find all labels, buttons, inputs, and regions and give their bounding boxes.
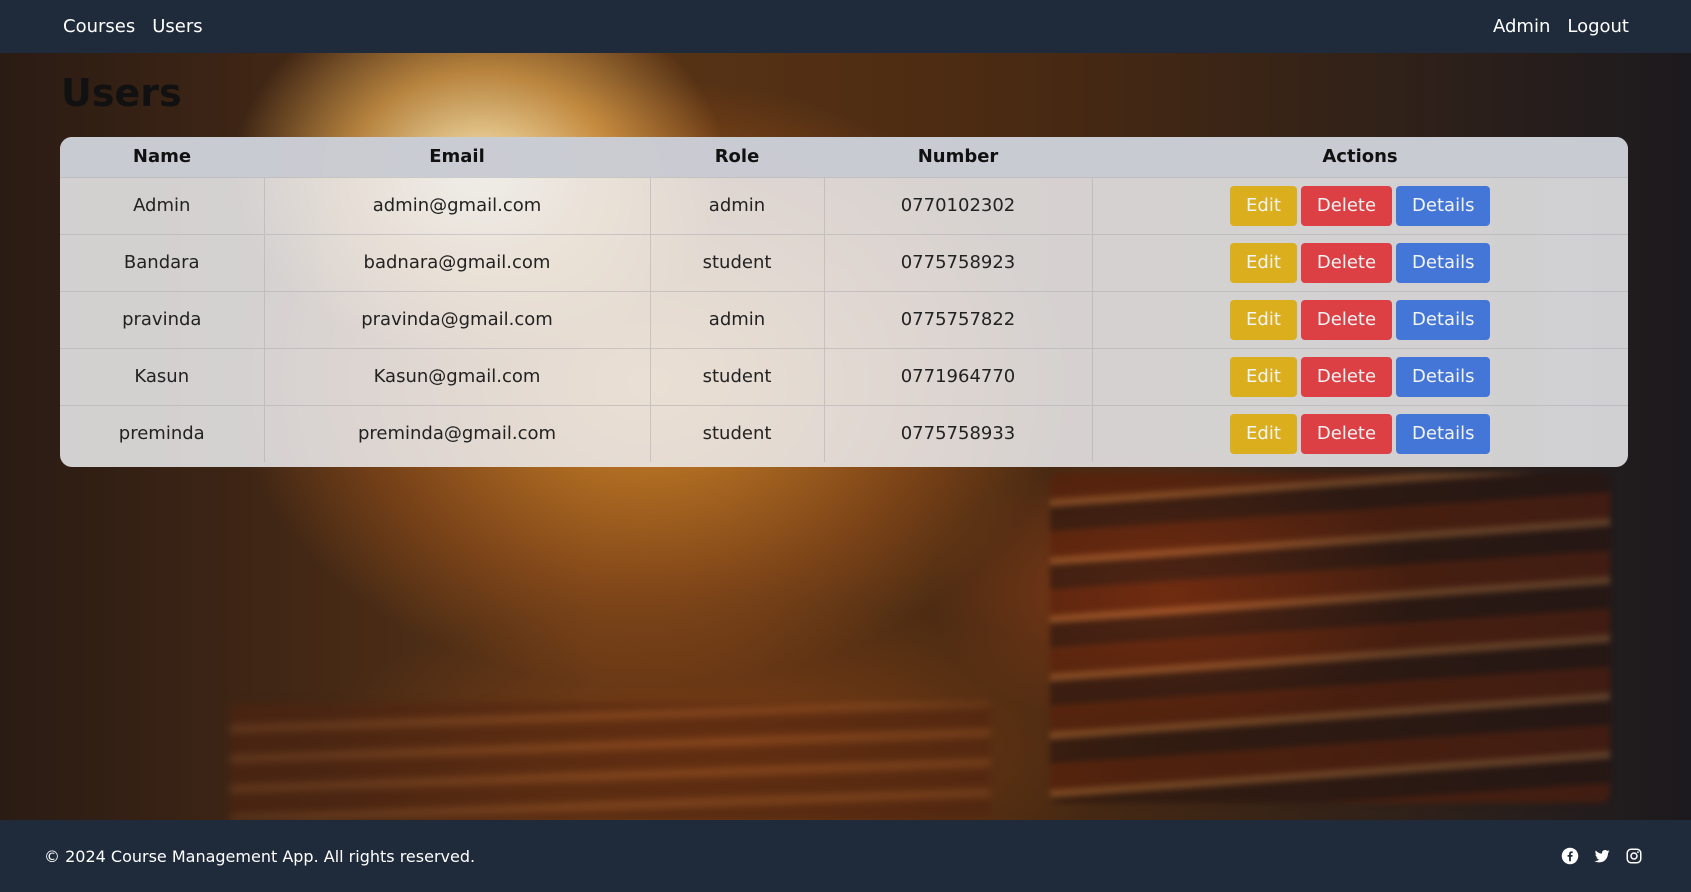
- details-button[interactable]: Details: [1396, 356, 1491, 397]
- edit-button[interactable]: Edit: [1230, 413, 1297, 454]
- edit-button[interactable]: Edit: [1230, 242, 1297, 283]
- table-row: Kasun Kasun@gmail.com student 0771964770 Edi…: [60, 348, 1628, 405]
- nav-left: Courses Users: [63, 16, 203, 37]
- cell-role: admin: [649, 291, 824, 348]
- cell-role: student: [649, 348, 824, 405]
- users-table: Name Email Role Number Actions Admin admi…: [60, 137, 1628, 462]
- cell-actions: Edit Delete Details: [1091, 234, 1628, 291]
- delete-button[interactable]: Delete: [1300, 242, 1393, 283]
- header-name: Name: [132, 146, 192, 168]
- instagram-icon[interactable]: [1625, 847, 1643, 865]
- table-row: pravinda pravinda@gmail.com admin 077575782…: [60, 291, 1628, 348]
- details-button[interactable]: Details: [1396, 185, 1491, 226]
- cell-number: 0771964770: [823, 348, 1092, 405]
- social-links: [1561, 847, 1643, 865]
- cell-name: Kasun: [134, 366, 190, 387]
- footer: © 2024 Course Management App. All rights…: [0, 820, 1691, 892]
- cell-actions: Edit Delete Details: [1091, 348, 1628, 405]
- details-button[interactable]: Details: [1396, 299, 1491, 340]
- cell-number: 0775758933: [823, 405, 1092, 462]
- delete-button[interactable]: Delete: [1300, 356, 1393, 397]
- cell-email: pravinda@gmail.com: [263, 291, 650, 348]
- nav-logout-link[interactable]: Logout: [1567, 16, 1629, 37]
- details-button[interactable]: Details: [1396, 242, 1491, 283]
- cell-number: 0775757822: [823, 291, 1092, 348]
- header-actions: Actions: [1322, 146, 1398, 168]
- edit-button[interactable]: Edit: [1230, 185, 1297, 226]
- background-books-image: [230, 703, 990, 820]
- details-button[interactable]: Details: [1396, 413, 1491, 454]
- cell-actions: Edit Delete Details: [1091, 405, 1628, 462]
- header-role: Role: [714, 146, 760, 168]
- edit-button[interactable]: Edit: [1230, 356, 1297, 397]
- nav-users-link[interactable]: Users: [152, 16, 202, 37]
- users-table-container: Name Email Role Number Actions Admin admi…: [60, 137, 1628, 467]
- cell-number: 0775758923: [823, 234, 1092, 291]
- navbar: Courses Users Admin Logout: [0, 0, 1691, 53]
- cell-email: Kasun@gmail.com: [263, 348, 650, 405]
- cell-name: pravinda: [122, 309, 202, 330]
- nav-courses-link[interactable]: Courses: [63, 16, 135, 37]
- cell-role: student: [649, 234, 824, 291]
- header-email: Email: [429, 146, 485, 168]
- cell-email: badnara@gmail.com: [263, 234, 650, 291]
- main-content: Users Name Email Role Number Actions Adm…: [0, 53, 1691, 820]
- cell-email: admin@gmail.com: [263, 177, 650, 234]
- cell-role: student: [649, 405, 824, 462]
- facebook-icon[interactable]: [1561, 847, 1579, 865]
- page-title: Users: [61, 71, 182, 115]
- cell-actions: Edit Delete Details: [1091, 177, 1628, 234]
- cell-name: Admin: [133, 195, 191, 216]
- table-row: preminda preminda@gmail.com student 0775758…: [60, 405, 1628, 462]
- cell-name: Bandara: [123, 252, 200, 273]
- cell-number: 0770102302: [823, 177, 1092, 234]
- delete-button[interactable]: Delete: [1300, 185, 1393, 226]
- cell-actions: Edit Delete Details: [1091, 291, 1628, 348]
- twitter-icon[interactable]: [1593, 847, 1611, 865]
- edit-button[interactable]: Edit: [1230, 299, 1297, 340]
- cell-name: preminda: [118, 423, 205, 445]
- header-number: Number: [917, 146, 999, 168]
- cell-email: preminda@gmail.com: [263, 405, 650, 462]
- table-row: Bandara badnara@gmail.com student 077575892…: [60, 234, 1628, 291]
- background-books-image: [1050, 473, 1610, 803]
- table-row: Admin admin@gmail.com admin 0770102302 Edit D…: [60, 177, 1628, 234]
- delete-button[interactable]: Delete: [1300, 413, 1393, 454]
- nav-admin-link[interactable]: Admin: [1493, 16, 1550, 37]
- nav-right: Admin Logout: [1493, 16, 1629, 37]
- cell-role: admin: [649, 177, 824, 234]
- delete-button[interactable]: Delete: [1300, 299, 1393, 340]
- copyright-text: © 2024 Course Management App. All rights…: [44, 846, 476, 866]
- table-header-row: Name Email Role Number Actions: [60, 137, 1628, 177]
